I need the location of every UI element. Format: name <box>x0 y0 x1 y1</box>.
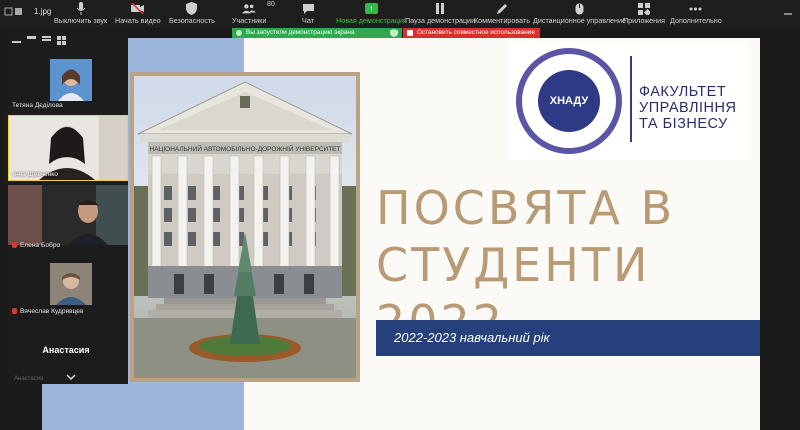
chat-button[interactable]: Чат <box>301 2 315 28</box>
apps-label: Приложения <box>623 16 666 25</box>
security-label: Безопасность <box>169 16 215 25</box>
apps-button[interactable]: Приложения <box>623 2 665 28</box>
collapse-panel-icon[interactable] <box>12 36 21 44</box>
new-share-button[interactable]: ↑ Новая демонстрация <box>336 2 407 28</box>
new-share-label: Новая демонстрация <box>336 16 407 25</box>
remote-control-button[interactable]: Дистанционное управление <box>533 2 626 28</box>
avatar <box>50 263 92 305</box>
pause-share-button[interactable]: Пауза демонстрации <box>405 2 475 28</box>
window-controls[interactable] <box>4 5 26 21</box>
participant-name: Вячеслав Кудрявцев <box>12 308 83 315</box>
faculty-logo-block: ХНАДУ ФАКУЛЬТЕТ УПРАВЛІННЯ ТА БІЗНЕСУ <box>508 42 748 160</box>
stop-share-label: Остановить совместное использование <box>417 29 535 36</box>
slide-title-line-1: ПОСВЯТА В <box>376 181 676 235</box>
host-name: Анастасия <box>42 345 90 355</box>
start-video-button[interactable]: Начать видео <box>115 2 161 28</box>
sharing-status-banner: Вы запустили демонстрацию экрана <box>232 28 402 38</box>
strip-view-icon[interactable] <box>42 36 51 44</box>
stop-share-button[interactable]: Остановить совместное использование <box>403 28 540 38</box>
participant-name: Тетяна Дєдiлова <box>12 102 63 109</box>
gallery-view-icon[interactable] <box>57 35 66 45</box>
annotate-label: Комментировать <box>474 16 530 25</box>
participants-button[interactable]: 80 Участники <box>232 1 275 28</box>
participant-tile[interactable]: Тетяна Дєдiлова <box>8 51 128 111</box>
meeting-toolbar: 1.jpg Выключить звук Начать видео Безопа… <box>0 0 800 28</box>
mute-button[interactable]: Выключить звук <box>54 2 107 28</box>
sharing-dot-icon <box>236 30 242 36</box>
chevron-down-icon <box>66 374 76 381</box>
participant-name: Інна Шевченко <box>13 171 58 178</box>
more-label: Дополнительно <box>670 16 722 25</box>
more-button[interactable]: Дополнительно <box>670 2 722 28</box>
apps-icon <box>637 2 651 15</box>
microphone-icon <box>74 2 88 15</box>
building-sign-text: НАЦІОНАЛЬНИЙ АВТОМОБІЛЬНО-ДОРОЖНІЙ УНІВЕ… <box>150 144 341 153</box>
faculty-name: ФАКУЛЬТЕТ УПРАВЛІННЯ ТА БІЗНЕСУ <box>639 84 737 132</box>
pencil-icon <box>495 2 509 15</box>
more-dots-icon <box>689 2 703 15</box>
logo-abbreviation: ХНАДУ <box>538 70 600 132</box>
window-tab-title[interactable]: 1.jpg <box>34 7 51 16</box>
shared-screen: НАЦІОНАЛЬНИЙ АВТОМОБІЛЬНО-ДОРОЖНІЙ УНІВЕ… <box>42 38 760 430</box>
faculty-logo-emblem: ХНАДУ <box>516 48 622 154</box>
window-menu-icon[interactable] <box>4 5 26 19</box>
avatar <box>50 59 92 101</box>
university-building-photo: НАЦІОНАЛЬНИЙ АВТОМОБІЛЬНО-ДОРОЖНІЙ УНІВЕ… <box>134 76 356 378</box>
participants-icon <box>242 2 257 15</box>
avatar <box>8 185 128 245</box>
participant-tile[interactable]: Вячеслав Кудрявцев <box>8 255 128 317</box>
sharing-status-text: Вы запустили демонстрацию экрана <box>246 29 355 36</box>
stop-square-icon <box>407 30 413 36</box>
participants-label: Участники <box>232 16 267 25</box>
pause-share-label: Пауза демонстрации <box>405 16 476 25</box>
participant-tile-active[interactable]: Інна Шевченко <box>8 115 128 181</box>
participant-tile[interactable]: Елена Бобро <box>8 185 128 251</box>
pause-icon <box>433 2 447 15</box>
panel-view-controls <box>4 33 128 47</box>
speaker-view-icon[interactable] <box>27 36 36 44</box>
security-button[interactable]: Безопасность <box>169 2 215 28</box>
participant-name: Елена Бобро <box>12 242 60 249</box>
video-camera-off-icon <box>130 2 145 15</box>
zoom-window: 1.jpg Выключить звук Начать видео Безопа… <box>0 0 800 430</box>
video-participants-panel: Тетяна Дєдiлова Інна Шевченко Елена Бобр… <box>4 33 128 384</box>
start-video-label: Начать видео <box>115 16 161 25</box>
muted-mic-icon <box>12 242 17 248</box>
academic-year-banner: 2022-2023 навчальний рік <box>376 320 760 356</box>
muted-mic-icon <box>12 308 17 314</box>
shield-check-icon <box>390 29 398 37</box>
minimize-toolbar-icon[interactable] <box>783 8 793 18</box>
university-photo-frame: НАЦІОНАЛЬНИЙ АВТОМОБІЛЬНО-ДОРОЖНІЙ УНІВЕ… <box>130 72 360 382</box>
logo-divider <box>630 56 632 142</box>
expand-panel-button[interactable] <box>66 373 78 383</box>
mute-label: Выключить звук <box>54 16 108 25</box>
chat-bubble-icon <box>301 2 315 15</box>
participants-count: 80 <box>267 1 275 8</box>
share-screen-icon: ↑ <box>364 2 378 15</box>
mouse-icon <box>573 2 587 15</box>
annotate-button[interactable]: Комментировать <box>474 2 530 28</box>
host-footer-name: Анастасия <box>14 376 44 382</box>
chat-label: Чат <box>302 16 314 25</box>
remote-control-label: Дистанционное управление <box>533 16 627 25</box>
shield-icon <box>185 2 199 15</box>
